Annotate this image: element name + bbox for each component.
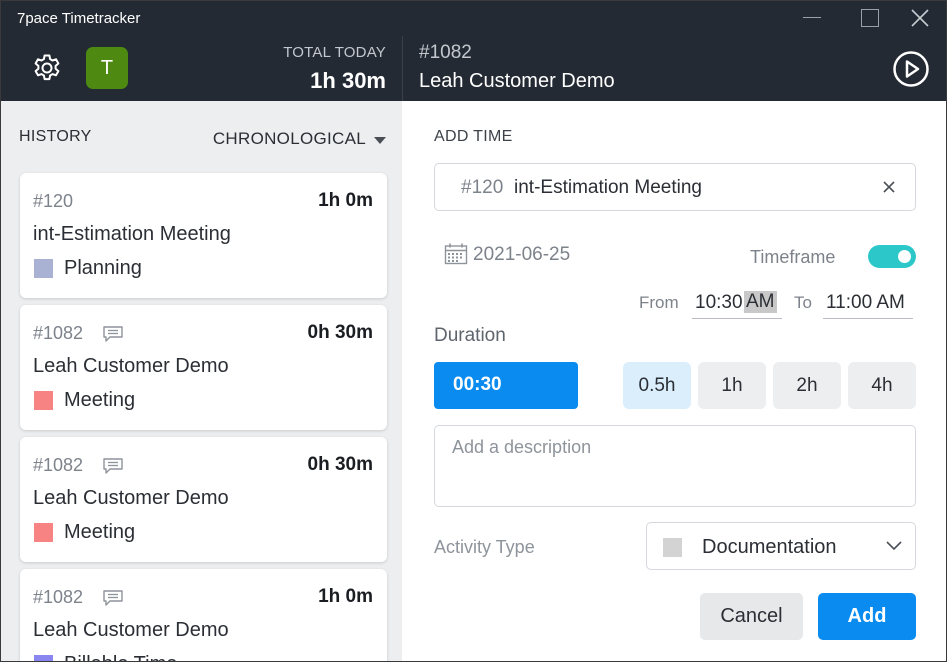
avatar[interactable]: T — [86, 47, 128, 89]
entry-activity: Planning — [64, 257, 142, 279]
close-window-button[interactable] — [908, 7, 932, 29]
entry-duration: 0h 30m — [307, 454, 373, 475]
history-entry[interactable]: #1082 1h 0m Leah Customer Demo Billable … — [20, 569, 387, 661]
app-window: 7pace Timetracker T TOTAL TODAY 1h 30m #… — [0, 0, 947, 662]
from-ampm-selection: AM — [744, 291, 777, 313]
entry-name: Leah Customer Demo — [33, 355, 229, 377]
preset-button-4h[interactable]: 4h — [848, 362, 916, 409]
caret-down-icon — [374, 137, 386, 144]
from-time-value: 10:30 — [695, 292, 743, 313]
gear-icon — [34, 54, 60, 81]
preset-button-1h[interactable]: 1h — [698, 362, 766, 409]
minimize-button[interactable] — [801, 7, 825, 29]
app-header: T TOTAL TODAY 1h 30m #1082 Leah Customer… — [1, 36, 946, 101]
history-panel: HISTORY CHRONOLOGICAL #120 1h 0m int-Est… — [1, 101, 402, 661]
work-item-name: int-Estimation Meeting — [514, 177, 702, 198]
start-tracking-button[interactable] — [892, 50, 930, 88]
sort-label: CHRONOLOGICAL — [212, 129, 366, 148]
settings-button[interactable] — [31, 52, 63, 84]
entry-id: #1082 — [33, 323, 84, 343]
current-item-name: Leah Customer Demo — [419, 70, 615, 92]
header-divider — [402, 36, 403, 101]
sort-dropdown[interactable]: CHRONOLOGICAL — [213, 129, 386, 149]
window-title: 7pace Timetracker — [17, 10, 141, 27]
preset-button-2h[interactable]: 2h — [773, 362, 841, 409]
calendar-icon[interactable] — [444, 243, 468, 265]
comment-icon[interactable] — [103, 590, 123, 606]
history-label: HISTORY — [19, 128, 92, 145]
title-bar: 7pace Timetracker — [1, 1, 946, 36]
work-item-input[interactable]: #120 int-Estimation Meeting — [434, 163, 916, 211]
to-time-input[interactable]: 11:00 AM — [823, 290, 913, 319]
description-placeholder: Add a description — [452, 437, 592, 457]
entry-duration: 0h 30m — [307, 322, 373, 343]
from-label: From — [639, 293, 679, 312]
activity-color-swatch — [34, 391, 53, 410]
current-item-id: #1082 — [419, 42, 472, 63]
clear-icon[interactable] — [881, 179, 897, 195]
entry-duration: 1h 0m — [318, 190, 373, 211]
avatar-initial: T — [100, 56, 114, 79]
comment-icon[interactable] — [103, 458, 123, 474]
entry-id: #120 — [33, 191, 74, 211]
activity-type-select[interactable]: Documentation — [646, 522, 916, 570]
close-icon — [911, 9, 929, 27]
total-today-label: TOTAL TODAY — [283, 44, 386, 61]
maximize-button[interactable] — [858, 7, 882, 29]
preset-button-0-5h[interactable]: 0.5h — [623, 362, 691, 409]
comment-icon[interactable] — [103, 326, 123, 342]
entry-activity: Meeting — [64, 389, 136, 411]
activity-type-value: Documentation — [702, 536, 837, 558]
to-time-value: 11:00 AM — [826, 292, 905, 313]
timeframe-label: Timeframe — [750, 247, 836, 267]
add-button[interactable]: Add — [818, 593, 916, 640]
entry-id: #1082 — [33, 587, 84, 607]
activity-color-swatch — [663, 538, 682, 557]
description-textarea[interactable]: Add a description — [434, 425, 916, 507]
add-time-label: ADD TIME — [434, 128, 513, 145]
entry-activity: Meeting — [64, 521, 136, 543]
entry-duration: 1h 0m — [318, 586, 373, 607]
entry-name: Leah Customer Demo — [33, 619, 229, 641]
add-time-panel: ADD TIME #120 int-Estimation Meeting 202… — [403, 101, 946, 661]
date-field[interactable]: 2021-06-25 — [473, 244, 570, 266]
total-today-value: 1h 30m — [310, 68, 386, 93]
duration-label: Duration — [434, 325, 506, 346]
activity-color-swatch — [34, 655, 53, 661]
activity-type-label: Activity Type — [434, 537, 535, 557]
from-time-input[interactable]: 10:30 AM — [692, 290, 782, 319]
play-icon — [893, 51, 929, 87]
to-label: To — [794, 293, 812, 312]
activity-color-swatch — [34, 523, 53, 542]
timeframe-toggle[interactable] — [868, 245, 916, 268]
entry-id: #1082 — [33, 455, 84, 475]
entry-name: int-Estimation Meeting — [33, 223, 231, 245]
work-item-id: #120 — [461, 177, 504, 198]
chevron-down-icon — [886, 541, 902, 551]
history-entry[interactable]: #1082 0h 30m Leah Customer Demo Meeting — [20, 305, 387, 430]
history-entry[interactable]: #1082 0h 30m Leah Customer Demo Meeting — [20, 437, 387, 562]
entry-name: Leah Customer Demo — [33, 487, 229, 509]
duration-value: 00:30 — [453, 374, 502, 395]
history-entry[interactable]: #120 1h 0m int-Estimation Meeting Planni… — [20, 173, 387, 298]
duration-input[interactable]: 00:30 — [434, 362, 578, 409]
activity-color-swatch — [34, 259, 53, 278]
cancel-button[interactable]: Cancel — [700, 593, 803, 640]
entry-activity: Billable Time — [64, 653, 177, 661]
